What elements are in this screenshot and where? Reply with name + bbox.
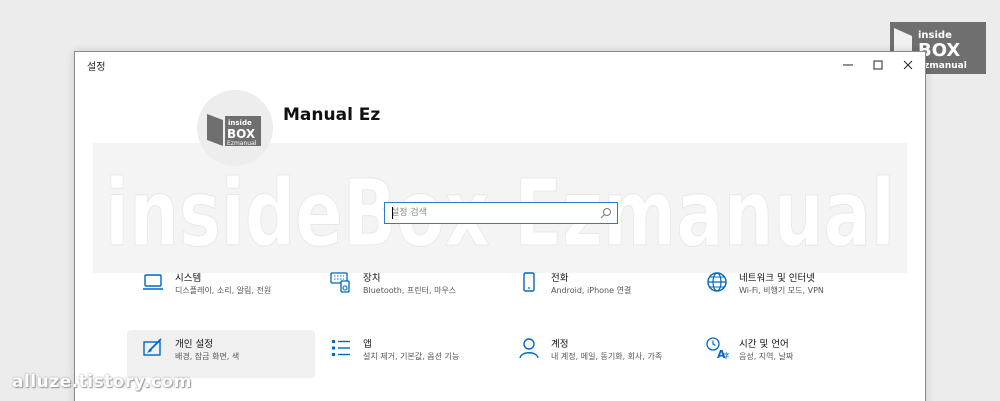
tile-description: Wi-Fi, 비행기 모드, VPN xyxy=(739,286,824,295)
laptop-icon xyxy=(143,274,163,290)
svg-text:字: 字 xyxy=(723,351,729,360)
tile-time-language[interactable]: A 字 시간 및 언어 음성, 지역, 날짜 xyxy=(691,330,879,378)
tile-label: 시스템 xyxy=(175,273,202,284)
avatar-logo-inside: inside xyxy=(228,119,252,127)
site-watermark: alluze.tistory.com xyxy=(12,372,192,392)
globe-icon xyxy=(707,272,727,292)
maximize-icon xyxy=(873,60,883,70)
tile-network[interactable]: 네트워크 및 인터넷 Wi-Fi, 비행기 모드, VPN xyxy=(691,264,879,312)
tile-label: 시간 및 언어 xyxy=(739,339,789,350)
settings-window: 설정 insideBox Ezmanual inside BOX Ezmanua… xyxy=(74,51,926,401)
search-icon[interactable] xyxy=(600,207,612,219)
minimize-icon xyxy=(843,64,853,66)
maximize-button[interactable] xyxy=(863,53,893,77)
tile-description: 설치 제거, 기본값, 옵션 기능 xyxy=(363,352,460,361)
tile-description: 배경, 잠금 화면, 색 xyxy=(175,352,240,361)
tile-label: 계정 xyxy=(551,339,569,350)
tile-label: 네트워크 및 인터넷 xyxy=(739,273,815,284)
tile-accounts[interactable]: 계정 내 계정, 메일, 동기화, 회사, 가족 xyxy=(503,330,691,378)
tile-label: 장치 xyxy=(363,273,381,284)
tile-description: Android, iPhone 연결 xyxy=(551,286,632,295)
tile-personalization[interactable]: 개인 설정 배경, 잠금 화면, 색 xyxy=(127,330,315,378)
minimize-button[interactable] xyxy=(833,53,863,77)
avatar-logo-icon: inside BOX Ezmanual xyxy=(207,114,261,147)
tile-description: Bluetooth, 프린터, 마우스 xyxy=(363,286,457,295)
tile-description: 내 계정, 메일, 동기화, 회사, 가족 xyxy=(551,352,663,361)
avatar-logo-box: BOX xyxy=(227,127,256,141)
tile-phone[interactable]: 전화 Android, iPhone 연결 xyxy=(503,264,691,312)
tile-label: 개인 설정 xyxy=(175,339,213,350)
tile-description: 디스플레이, 소리, 알림, 전원 xyxy=(175,286,272,295)
text-cursor xyxy=(392,207,393,219)
time-language-icon: A 字 xyxy=(706,337,729,360)
tile-apps[interactable]: 앱 설치 제거, 기본값, 옵션 기능 xyxy=(315,330,503,378)
avatar[interactable]: inside BOX Ezmanual xyxy=(197,90,273,166)
avatar-logo-ezmanual: Ezmanual xyxy=(227,140,257,147)
person-icon xyxy=(519,338,539,359)
window-title: 설정 xyxy=(87,62,106,73)
close-button[interactable] xyxy=(893,53,923,77)
tile-description: 음성, 지역, 날짜 xyxy=(739,352,794,361)
keyboard-speaker-icon xyxy=(330,272,350,293)
tile-label: 앱 xyxy=(363,339,372,350)
apps-list-icon xyxy=(332,340,350,356)
close-icon xyxy=(903,60,913,70)
search-input[interactable] xyxy=(391,205,591,221)
tile-system[interactable]: 시스템 디스플레이, 소리, 알림, 전원 xyxy=(127,264,315,312)
phone-icon xyxy=(523,272,535,292)
tile-label: 전화 xyxy=(551,273,569,284)
search-box[interactable] xyxy=(384,202,618,224)
title-bar[interactable]: 설정 xyxy=(75,52,925,78)
personalization-icon xyxy=(143,338,162,356)
tile-devices[interactable]: 장치 Bluetooth, 프린터, 마우스 xyxy=(315,264,503,312)
account-name: Manual Ez xyxy=(283,105,381,125)
